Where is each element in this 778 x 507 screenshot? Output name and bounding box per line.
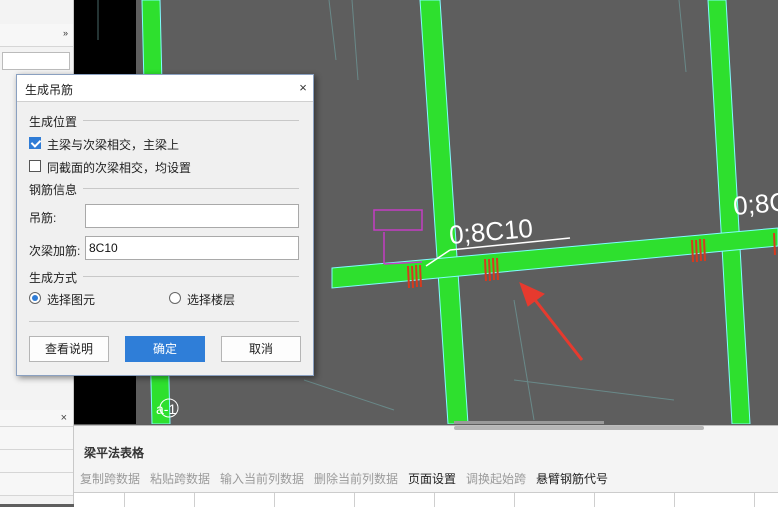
panel-title: 梁平法表格 [84, 446, 145, 460]
radio-select-element-label[interactable]: 选择图元 [47, 291, 95, 308]
beam-table[interactable] [74, 492, 778, 507]
dialog-title: 生成吊筋 [25, 83, 74, 97]
close-icon[interactable]: × [293, 78, 313, 98]
section-position-heading: 生成位置 [29, 115, 78, 129]
swap-start-span-button[interactable]: 调换起始跨 [466, 470, 526, 487]
delete-column-button[interactable]: 删除当前列数据 [314, 470, 398, 487]
close-icon[interactable]: × [61, 412, 67, 424]
extra-stirrup-label: 次梁加筋: [29, 244, 81, 258]
help-button[interactable]: 查看说明 [29, 336, 109, 362]
hanger-input[interactable] [85, 204, 299, 228]
grid-label: a-1 [156, 401, 176, 417]
paste-span-button[interactable]: 粘贴跨数据 [150, 470, 210, 487]
checkbox-same-section[interactable] [29, 160, 41, 172]
radio-select-floor[interactable] [169, 292, 181, 304]
radio-select-floor-label[interactable]: 选择楼层 [187, 291, 235, 308]
generate-hanger-dialog: 生成吊筋 × 生成位置 主梁与次梁相交，主梁上 同截面的次梁相交，均设置 钢筋信… [16, 74, 314, 376]
dialog-titlebar[interactable]: 生成吊筋 × [17, 75, 313, 102]
cantilever-code-button[interactable]: 悬臂钢筋代号 [536, 470, 608, 487]
divider [83, 188, 299, 189]
page-setup-button[interactable]: 页面设置 [408, 470, 456, 487]
expand-arrow-icon[interactable]: » [63, 28, 68, 38]
beam-table-panel: 梁平法表格 复制跨数据 粘贴跨数据 输入当前列数据 删除当前列数据 页面设置 调… [74, 425, 778, 507]
checkbox-main-secondary[interactable] [29, 137, 41, 149]
annotation-right: 0;8C [732, 186, 778, 221]
divider [83, 120, 299, 121]
panel-header-row: » [0, 24, 73, 47]
panel-scrollbar[interactable] [454, 426, 704, 430]
copy-span-button[interactable]: 复制跨数据 [80, 470, 140, 487]
panel-row [0, 450, 73, 473]
hanger-label: 吊筋: [29, 211, 57, 225]
divider [29, 321, 299, 322]
divider [83, 276, 299, 277]
panel-footer-row: × [0, 410, 73, 427]
horizontal-scrollbar[interactable] [454, 421, 604, 424]
checkbox-main-secondary-label[interactable]: 主梁与次梁相交，主梁上 [47, 136, 179, 153]
ok-button[interactable]: 确定 [125, 336, 205, 362]
checkbox-same-section-label[interactable]: 同截面的次梁相交，均设置 [47, 159, 191, 176]
panel-row [0, 427, 73, 450]
section-rebar-heading: 钢筋信息 [29, 183, 78, 197]
table-toolbar: 复制跨数据 粘贴跨数据 输入当前列数据 删除当前列数据 页面设置 调换起始跨 悬… [74, 467, 778, 489]
panel-row [0, 473, 73, 496]
extra-stirrup-input[interactable] [85, 236, 299, 260]
input-column-button[interactable]: 输入当前列数据 [220, 470, 304, 487]
cancel-button[interactable]: 取消 [221, 336, 301, 362]
left-search-input[interactable] [2, 52, 70, 70]
radio-select-element[interactable] [29, 292, 41, 304]
section-method-heading: 生成方式 [29, 271, 78, 285]
